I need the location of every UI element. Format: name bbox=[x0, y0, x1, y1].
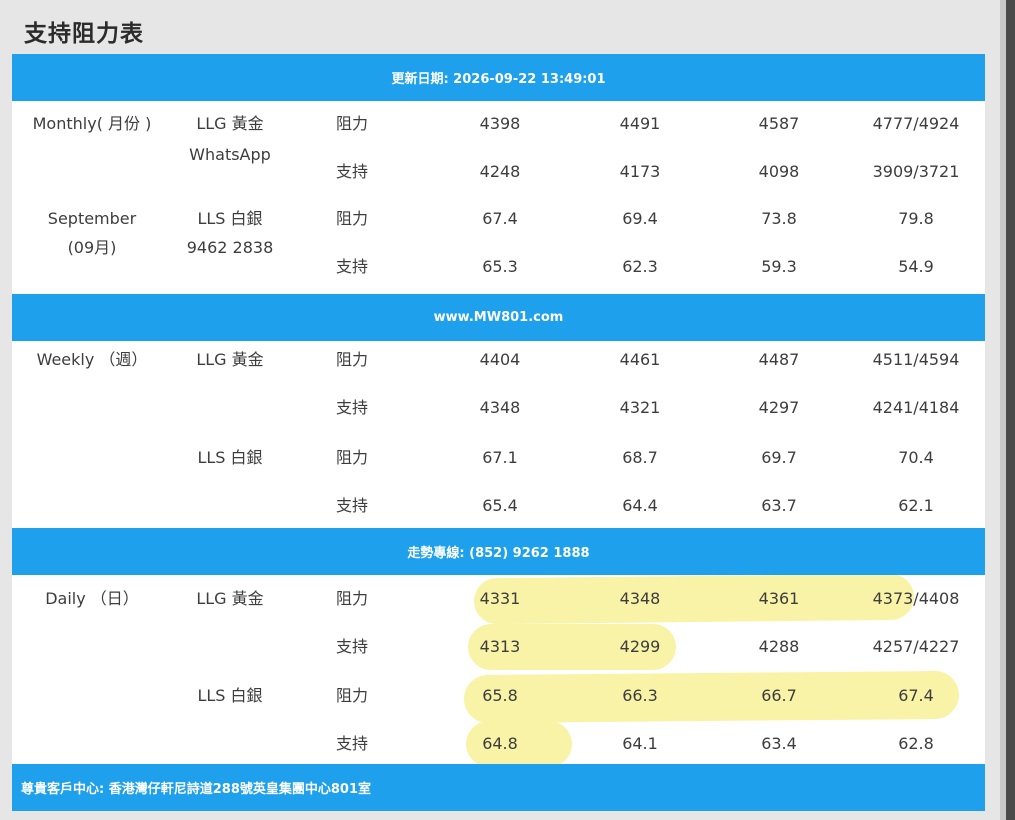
weekly-value-cell: 4461 bbox=[619, 350, 661, 369]
daily-value-cell: 4361 bbox=[758, 589, 800, 608]
weekly-value-cell: 62.1 bbox=[898, 496, 934, 515]
weekly-row-type: 支持 bbox=[335, 496, 368, 515]
monthly-value-cell: 4491 bbox=[619, 114, 661, 133]
daily-value-cell: 4348 bbox=[619, 589, 661, 608]
monthly-value-cell: 65.3 bbox=[482, 257, 518, 276]
daily-value-cell: 65.8 bbox=[482, 686, 518, 705]
monthly-row-type: 支持 bbox=[335, 162, 368, 181]
weekly-value-cell: 64.4 bbox=[622, 496, 658, 515]
daily-silver-label: LLS 白銀 bbox=[197, 686, 263, 705]
daily-value-cell: 4331 bbox=[479, 589, 521, 608]
daily-value-cell: 62.8 bbox=[898, 734, 934, 753]
weekly-silver-label: LLS 白銀 bbox=[197, 448, 263, 467]
weekly-value-cell: 4404 bbox=[479, 350, 521, 369]
daily-value-cell: 67.4 bbox=[898, 686, 934, 705]
daily-value-cell: 63.4 bbox=[761, 734, 797, 753]
monthly-value-cell: 67.4 bbox=[482, 209, 518, 228]
hotline-band: 走勢專線: (852) 9262 1888 bbox=[12, 528, 985, 575]
weekly-value-cell: 70.4 bbox=[898, 448, 934, 467]
daily-row-type: 支持 bbox=[335, 734, 368, 753]
weekly-gold-label: LLG 黃金 bbox=[196, 350, 264, 369]
scrollbar-thumb[interactable] bbox=[1006, 0, 1015, 820]
daily-value-cell: 4257/4227 bbox=[872, 637, 960, 656]
website-band: www.MW801.com bbox=[12, 294, 985, 341]
daily-row-type: 阻力 bbox=[335, 686, 368, 705]
monthly-month-label: September bbox=[47, 209, 137, 228]
monthly-value-cell: 69.4 bbox=[622, 209, 658, 228]
weekly-row-type: 阻力 bbox=[335, 448, 368, 467]
weekly-value-cell: 63.7 bbox=[761, 496, 797, 515]
monthly-value-cell: 79.8 bbox=[898, 209, 934, 228]
daily-value-cell: 64.1 bbox=[622, 734, 658, 753]
daily-value-cell: 66.3 bbox=[622, 686, 658, 705]
daily-value-cell: 4373/4408 bbox=[872, 589, 960, 608]
weekly-value-cell: 4511/4594 bbox=[872, 350, 960, 369]
monthly-value-cell: 4777/4924 bbox=[872, 114, 960, 133]
daily-value-cell: 4288 bbox=[758, 637, 800, 656]
monthly-period-label: Monthly( 月份 ) bbox=[32, 114, 152, 133]
daily-value-cell: 4313 bbox=[479, 637, 521, 656]
weekly-value-cell: 4348 bbox=[479, 398, 521, 417]
support-resistance-table: 更新日期: 2026-09-22 13:49:01 www.MW801.com … bbox=[12, 54, 985, 811]
daily-row-type: 阻力 bbox=[335, 589, 368, 608]
daily-value-cell: 4299 bbox=[619, 637, 661, 656]
daily-gold-label: LLG 黃金 bbox=[196, 589, 264, 608]
monthly-gold-label: LLG 黃金 bbox=[196, 114, 264, 133]
weekly-value-cell: 65.4 bbox=[482, 496, 518, 515]
monthly-value-cell: 54.9 bbox=[898, 257, 934, 276]
daily-row-type: 支持 bbox=[335, 637, 368, 656]
daily-value-cell: 66.7 bbox=[761, 686, 797, 705]
monthly-value-cell: 62.3 bbox=[622, 257, 658, 276]
update-date-band: 更新日期: 2026-09-22 13:49:01 bbox=[12, 54, 985, 101]
weekly-row-type: 支持 bbox=[335, 398, 368, 417]
weekly-value-cell: 4487 bbox=[758, 350, 800, 369]
weekly-value-cell: 4321 bbox=[619, 398, 661, 417]
monthly-value-cell: 3909/3721 bbox=[872, 162, 960, 181]
monthly-value-cell: 4587 bbox=[758, 114, 800, 133]
weekly-value-cell: 68.7 bbox=[622, 448, 658, 467]
monthly-value-cell: 4398 bbox=[479, 114, 521, 133]
weekly-row-type: 阻力 bbox=[335, 350, 368, 369]
monthly-month-number: (09月) bbox=[67, 238, 117, 257]
monthly-value-cell: 4098 bbox=[758, 162, 800, 181]
monthly-phone-label: 9462 2838 bbox=[186, 238, 274, 257]
daily-period-label: Daily （日） bbox=[45, 589, 139, 608]
monthly-row-type: 阻力 bbox=[335, 209, 368, 228]
weekly-period-label: Weekly （週） bbox=[36, 350, 148, 369]
monthly-value-cell: 59.3 bbox=[761, 257, 797, 276]
monthly-row-type: 阻力 bbox=[335, 114, 368, 133]
monthly-value-cell: 4248 bbox=[479, 162, 521, 181]
weekly-value-cell: 4241/4184 bbox=[872, 398, 960, 417]
monthly-whatsapp-label: WhatsApp bbox=[189, 145, 271, 164]
monthly-silver-label: LLS 白銀 bbox=[197, 209, 263, 228]
weekly-value-cell: 67.1 bbox=[482, 448, 518, 467]
page-title: 支持阻力表 bbox=[24, 21, 144, 47]
monthly-row-type: 支持 bbox=[335, 257, 368, 276]
footer-address-band: 尊貴客戶中心: 香港灣仔軒尼詩道288號英皇集團中心801室 bbox=[12, 764, 985, 811]
daily-value-cell: 64.8 bbox=[482, 734, 518, 753]
monthly-value-cell: 73.8 bbox=[761, 209, 797, 228]
weekly-value-cell: 69.7 bbox=[761, 448, 797, 467]
monthly-value-cell: 4173 bbox=[619, 162, 661, 181]
weekly-value-cell: 4297 bbox=[758, 398, 800, 417]
